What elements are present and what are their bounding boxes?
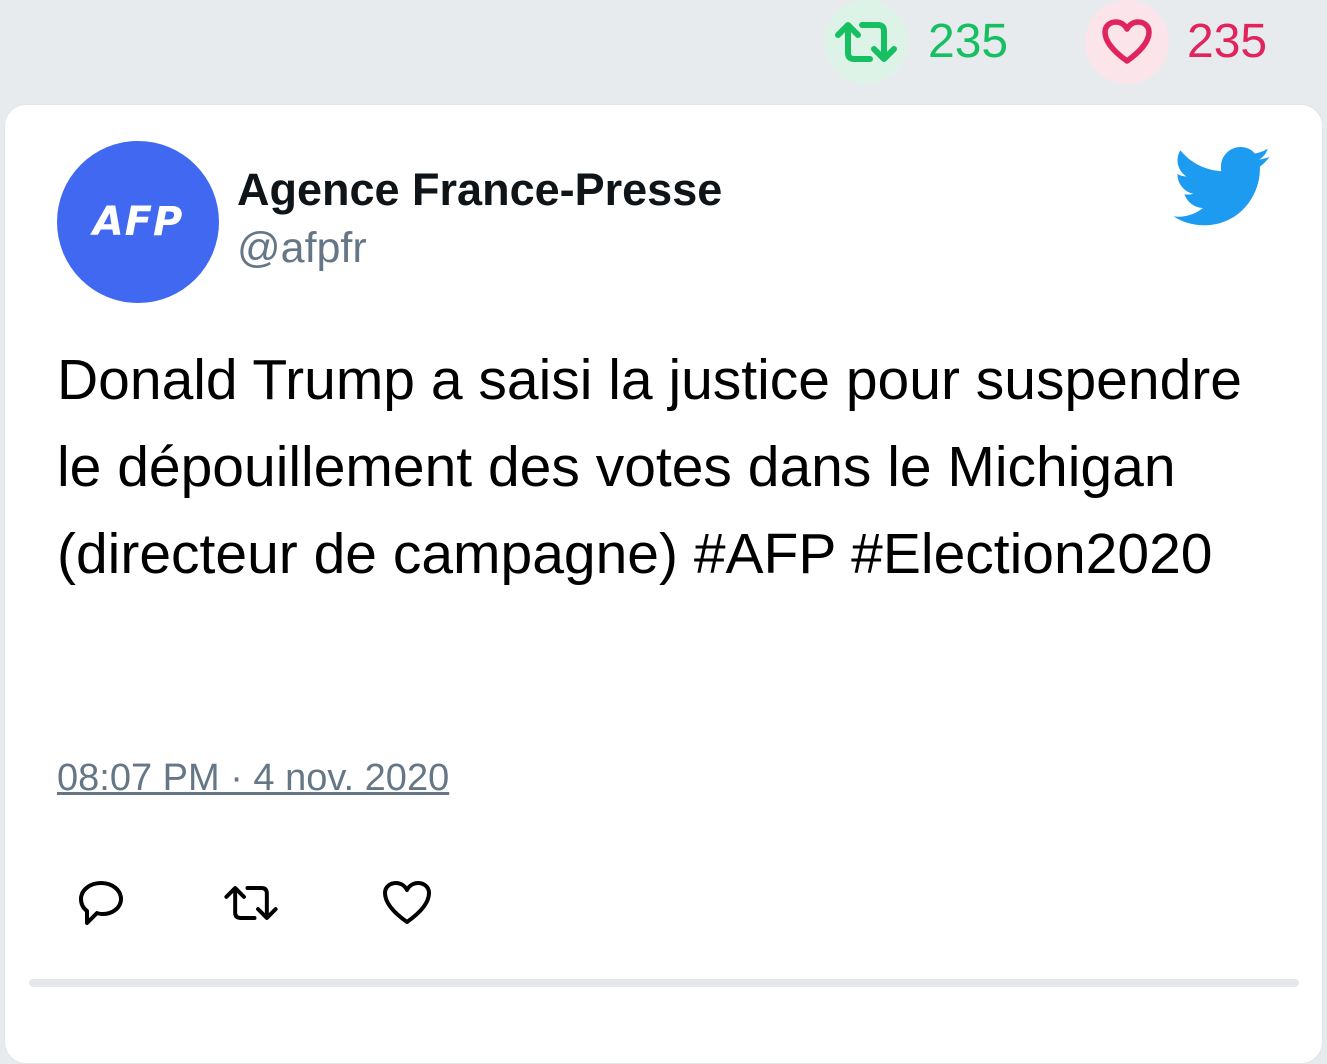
author-handle[interactable]: @afpfr: [237, 224, 367, 272]
reply-icon: [79, 881, 123, 925]
reply-button[interactable]: [71, 873, 131, 933]
tweet-card: AFP Agence France-Presse @afpfr Donald T…: [4, 104, 1323, 1064]
avatar[interactable]: AFP: [57, 141, 219, 303]
tweet-text: Donald Trump a saisi la justice pour sus…: [57, 348, 1242, 586]
tweet-actions: [57, 865, 507, 935]
heart-icon: [383, 881, 431, 924]
author-display-name[interactable]: Agence France-Presse: [237, 165, 722, 215]
retweet-count: 235: [928, 15, 1009, 68]
retweet-icon[interactable]: [824, 0, 908, 84]
avatar-logo-text: AFP: [92, 199, 184, 245]
retweet-button[interactable]: [221, 873, 281, 933]
engagement-stats-bar: 235 235: [0, 0, 1327, 104]
heart-icon[interactable]: [1085, 0, 1169, 84]
retweet-icon: [224, 886, 278, 920]
tweet-timestamp-link[interactable]: 08:07 PM · 4 nov. 2020: [57, 757, 449, 800]
divider: [29, 979, 1299, 987]
like-stat[interactable]: 235: [1085, 0, 1267, 84]
twitter-bird-icon[interactable]: [1173, 147, 1273, 229]
like-button[interactable]: [377, 873, 437, 933]
like-count: 235: [1187, 15, 1268, 68]
retweet-stat[interactable]: 235: [824, 0, 1008, 84]
